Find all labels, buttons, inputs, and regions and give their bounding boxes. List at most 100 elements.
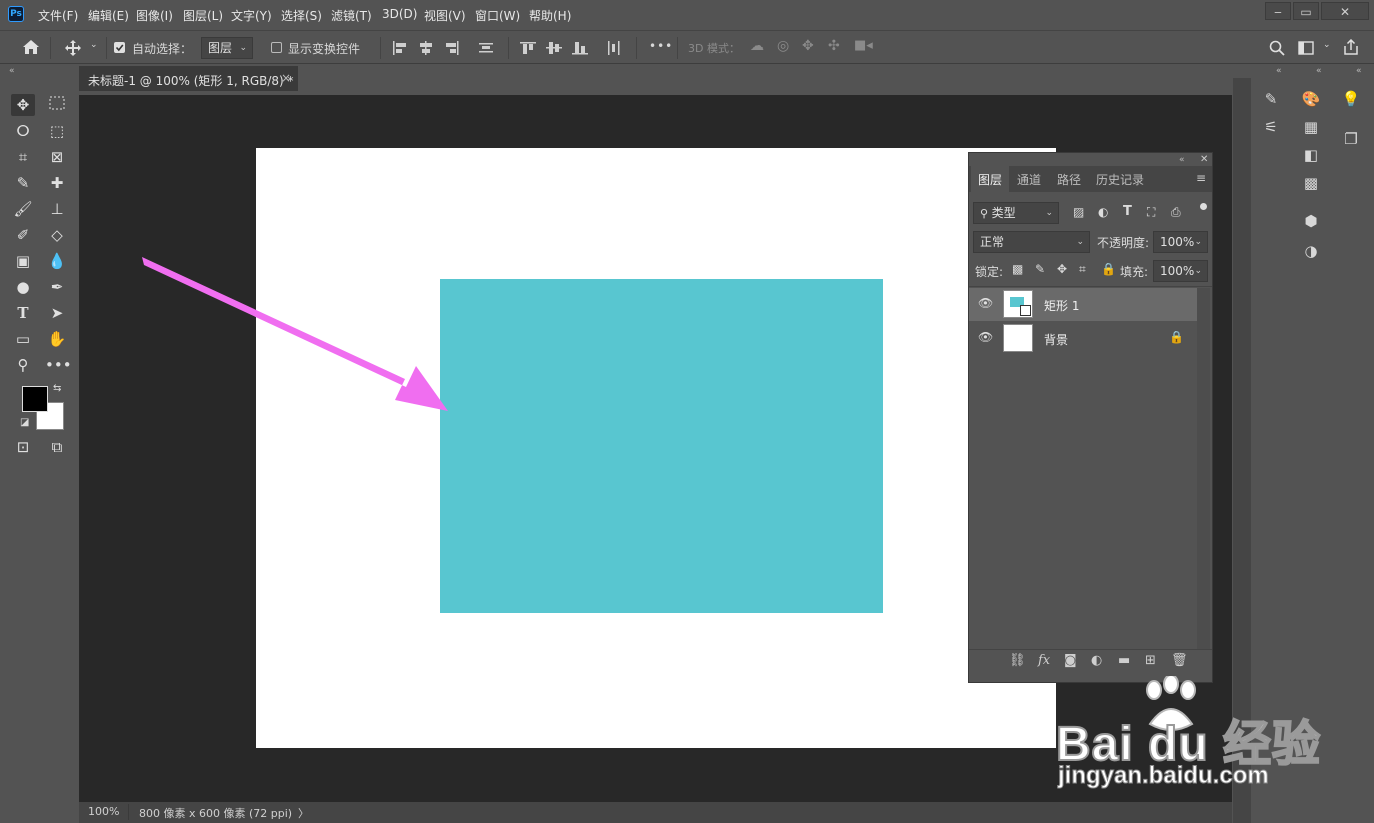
brush-tool-icon[interactable]: 🖌 [11, 198, 35, 220]
document-tab[interactable]: 未标题-1 @ 100% (矩形 1, RGB/8) * × [79, 66, 298, 91]
tab-channels[interactable]: 通道 [1017, 171, 1041, 188]
collapse-panel-icon[interactable]: « [1316, 66, 1322, 76]
healing-brush-tool-icon[interactable]: ✚ [45, 172, 69, 194]
search-icon[interactable] [1269, 40, 1285, 56]
marquee-tool-icon[interactable] [45, 94, 69, 116]
menu-help[interactable]: 帮助(H) [529, 7, 571, 24]
align-hcenter-icon[interactable] [418, 41, 434, 55]
filter-shape-icon[interactable]: ⛶ [1147, 205, 1155, 220]
align-vcenter-icon[interactable] [546, 41, 562, 55]
menu-edit[interactable]: 编辑(E) [88, 7, 129, 24]
lock-transparent-icon[interactable]: ▩ [1012, 262, 1023, 276]
frame-tool-icon[interactable]: ⊠ [45, 146, 69, 168]
lock-all-icon[interactable]: 🔒 [1101, 262, 1116, 276]
close-window-button[interactable]: ✕ [1321, 2, 1369, 20]
workspace-icon[interactable] [1298, 41, 1314, 55]
restore-button[interactable]: ▭ [1293, 2, 1319, 20]
rectangle-shape[interactable] [440, 279, 883, 613]
link-icon[interactable]: ⛓ [1009, 653, 1026, 668]
layer-name[interactable]: 矩形 1 [1044, 297, 1079, 314]
layer-row-background[interactable]: 👁 背景 🔒 [969, 322, 1197, 355]
menu-image[interactable]: 图像(I) [136, 7, 173, 24]
mask-icon[interactable]: ◙ [1064, 653, 1077, 668]
3d-orbit-icon[interactable]: ☁ [750, 38, 764, 54]
layer-row-rectangle[interactable]: 👁 矩形 1 [969, 288, 1197, 321]
move-tool-icon[interactable]: ✥ [11, 94, 35, 116]
history-brush-tool-icon[interactable]: ✐ [11, 224, 35, 246]
tab-paths[interactable]: 路径 [1057, 171, 1081, 188]
distribute-horizontal-icon[interactable] [606, 41, 622, 55]
pen-tool-icon[interactable]: ✒ [45, 276, 69, 298]
properties-panel-icon[interactable]: ⚟ [1259, 118, 1283, 136]
3d-slide-icon[interactable]: ✣ [828, 38, 840, 54]
tab-history[interactable]: 历史记录 [1096, 171, 1144, 188]
adjustment-icon[interactable]: ◐ [1091, 653, 1102, 668]
close-tab-icon[interactable]: × [281, 71, 291, 85]
close-panel-icon[interactable]: ✕ [1200, 154, 1208, 165]
gradients-panel-icon[interactable]: ◧ [1299, 146, 1323, 164]
zoom-level[interactable]: 100% [88, 805, 119, 818]
eraser-tool-icon[interactable]: ◇ [45, 224, 69, 246]
3d-drag-icon[interactable]: ✥ [802, 38, 814, 54]
comments-panel-icon[interactable]: ❐ [1339, 130, 1363, 148]
align-left-icon[interactable] [392, 41, 408, 55]
tab-layers[interactable]: 图层 [978, 171, 1002, 188]
lock-artboard-icon[interactable]: ⌗ [1079, 262, 1086, 277]
lock-image-icon[interactable]: ✎ [1035, 262, 1045, 276]
fill-input[interactable]: 100% ⌄ [1153, 260, 1208, 282]
dodge-tool-icon[interactable]: ● [11, 276, 35, 298]
path-select-tool-icon[interactable]: ➤ [45, 302, 69, 324]
foreground-color-swatch[interactable] [22, 386, 48, 412]
crop-tool-icon[interactable]: ⌗ [11, 146, 35, 168]
status-menu-icon[interactable]: 〉 [298, 805, 309, 821]
filter-type-icon[interactable]: T [1123, 204, 1132, 219]
layer-name[interactable]: 背景 [1044, 331, 1068, 348]
brushes-panel-icon[interactable]: ✎ [1259, 90, 1283, 108]
lock-position-icon[interactable]: ✥ [1057, 262, 1067, 276]
3d-roll-icon[interactable]: ◎ [777, 38, 789, 54]
3d-camera-icon[interactable]: ■◂ [854, 38, 873, 53]
edit-toolbar-icon[interactable]: ••• [45, 354, 72, 376]
zoom-tool-icon[interactable]: ⚲ [11, 354, 35, 376]
menu-file[interactable]: 文件(F) [38, 7, 78, 24]
folder-icon[interactable]: ▬ [1118, 653, 1130, 668]
menu-view[interactable]: 视图(V) [424, 7, 466, 24]
trash-icon[interactable]: 🗑 [1171, 653, 1188, 668]
align-top-icon[interactable] [520, 41, 536, 55]
blur-tool-icon[interactable]: 💧 [45, 250, 69, 272]
blend-mode-dropdown[interactable]: 正常 ⌄ [973, 231, 1090, 253]
collapse-panel-icon[interactable]: « [1179, 155, 1185, 165]
menu-layer[interactable]: 图层(L) [183, 7, 223, 24]
visibility-eye-icon[interactable]: 👁 [978, 330, 993, 344]
chevron-down-icon[interactable]: ⌄ [1323, 40, 1331, 50]
more-options-icon[interactable]: ••• [649, 39, 673, 53]
align-bottom-icon[interactable] [572, 41, 588, 55]
clone-stamp-tool-icon[interactable]: ⊥ [45, 198, 69, 220]
adjustments-panel-icon[interactable]: ◑ [1299, 242, 1323, 260]
opacity-input[interactable]: 100% ⌄ [1153, 231, 1208, 253]
gradient-tool-icon[interactable]: ▣ [11, 250, 35, 272]
menu-select[interactable]: 选择(S) [281, 7, 322, 24]
share-icon[interactable] [1343, 39, 1359, 55]
align-right-icon[interactable] [444, 41, 460, 55]
patterns-panel-icon[interactable]: ▩ [1299, 174, 1323, 192]
new-layer-icon[interactable]: ⊞ [1145, 653, 1156, 668]
screen-mode-icon[interactable]: ⧉ [45, 436, 69, 458]
rectangle-tool-icon[interactable]: ▭ [11, 328, 35, 350]
collapse-toolbar-icon[interactable]: « [9, 66, 15, 76]
collapse-panel-icon[interactable]: « [1356, 66, 1362, 76]
menu-filter[interactable]: 滤镜(T) [331, 7, 372, 24]
collapse-panel-icon[interactable]: « [1276, 66, 1282, 76]
home-icon[interactable] [22, 39, 40, 55]
show-transform-checkbox[interactable] [271, 42, 282, 53]
filter-smart-object-icon[interactable]: ⎙ [1171, 205, 1181, 220]
menu-window[interactable]: 窗口(W) [475, 7, 520, 24]
swatches-panel-icon[interactable]: ▦ [1299, 118, 1323, 136]
learn-panel-icon[interactable]: 💡 [1339, 90, 1363, 108]
distribute-vertical-icon[interactable] [478, 41, 494, 55]
move-tool-icon[interactable] [64, 39, 82, 57]
type-tool-icon[interactable]: T [11, 302, 35, 324]
color-panel-icon[interactable]: 🎨 [1299, 90, 1323, 108]
eyedropper-tool-icon[interactable]: ✎ [11, 172, 35, 194]
layers-scrollbar[interactable] [1197, 288, 1210, 649]
